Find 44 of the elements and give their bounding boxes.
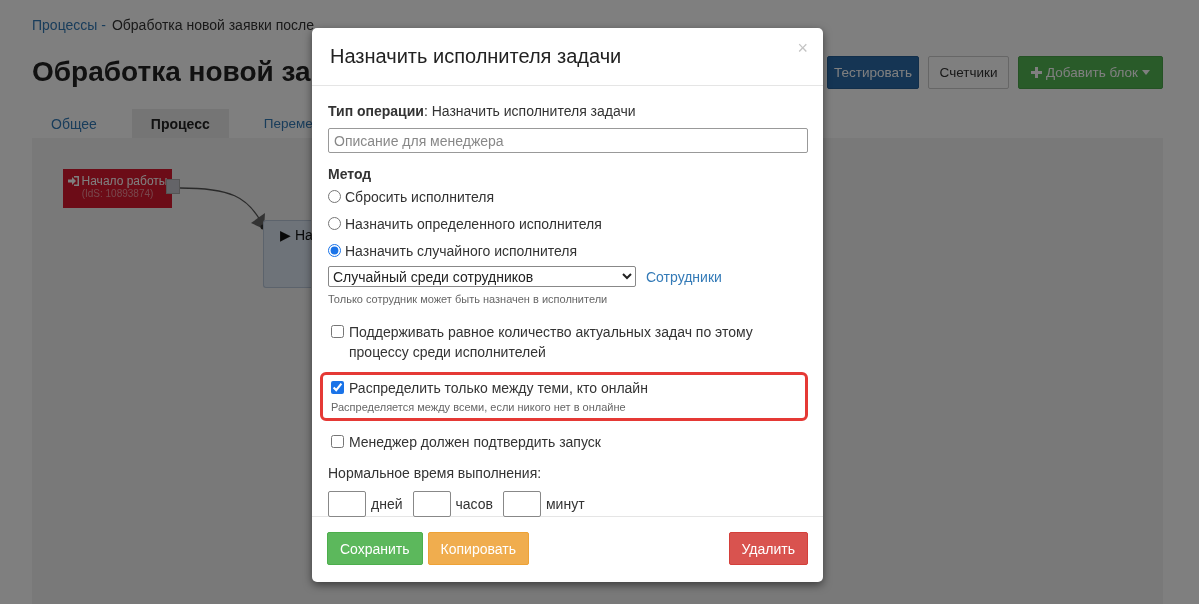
node-id: (IdS: 10893874)	[80, 188, 155, 199]
unit-label: дней	[371, 496, 403, 512]
operation-type-text: Тип операции: Назначить исполнителя задачи	[328, 102, 637, 120]
checkbox-label[interactable]: Менеджер должен подтвердить запуск	[349, 432, 601, 452]
unit-label: часов	[455, 496, 493, 512]
duration-field[interactable]	[412, 491, 451, 517]
description-field[interactable]: Описание для менеджера	[328, 128, 808, 153]
method-label: Метод	[328, 165, 373, 183]
step-node[interactable]: ▶ На	[263, 220, 311, 288]
checkbox[interactable]	[331, 381, 344, 394]
duration-field[interactable]	[503, 491, 541, 517]
radio-label[interactable]: Назначить определенного исполнителя	[345, 215, 602, 232]
breadcrumb-link[interactable]: Процессы -	[32, 17, 106, 33]
employees-link[interactable]: Сотрудники	[646, 268, 722, 285]
breadcrumb-current: Обработка новой заявки после	[111, 17, 315, 33]
option-hint: Распределяется между всеми, если никого нет в онлайне	[331, 400, 627, 415]
duration-field[interactable]	[328, 491, 366, 517]
radio-button[interactable]	[328, 244, 341, 257]
duration-label: Нормальное время выполнения:	[328, 464, 543, 483]
tab[interactable]: Переме	[244, 109, 313, 138]
checkbox[interactable]	[331, 325, 344, 338]
tab[interactable]: Общее	[32, 109, 116, 138]
test-button[interactable]: Тестировать	[827, 55, 919, 89]
sign-in-icon	[67, 176, 79, 186]
counters-button[interactable]: Счетчики	[928, 55, 1009, 89]
checkbox[interactable]	[331, 435, 344, 448]
radio-label[interactable]: Назначить случайного исполнителя	[345, 242, 578, 259]
plus-icon	[1031, 66, 1042, 78]
modal-title: Назначить исполнителя задачи	[330, 45, 622, 68]
unit-label: минут	[546, 496, 585, 512]
select-hint: Только сотрудник может быть назначен в исполнители	[328, 293, 609, 305]
page-title: Обработка новой за	[32, 56, 311, 88]
checkbox-label[interactable]: Поддерживать равное количество актуальных задач по этому процессу среди исполнителей	[349, 322, 797, 362]
checkbox-label[interactable]: Распределить только между теми, кто онлайн	[349, 378, 648, 398]
delete-button[interactable]: Удалить	[728, 532, 808, 565]
tab[interactable]: Процесс	[131, 109, 229, 138]
node-title: Начало работы	[81, 174, 168, 188]
radio-button[interactable]	[328, 217, 341, 230]
employee-select[interactable]: Случайный среди сотрудников	[328, 266, 636, 287]
caret-icon	[1142, 69, 1150, 75]
save-button[interactable]: Сохранить	[327, 532, 423, 565]
radio-button[interactable]	[328, 190, 341, 203]
radio-label[interactable]: Сбросить исполнителя	[345, 188, 495, 205]
start-node[interactable]: Начало работы (IdS: 10893874)	[63, 169, 172, 208]
